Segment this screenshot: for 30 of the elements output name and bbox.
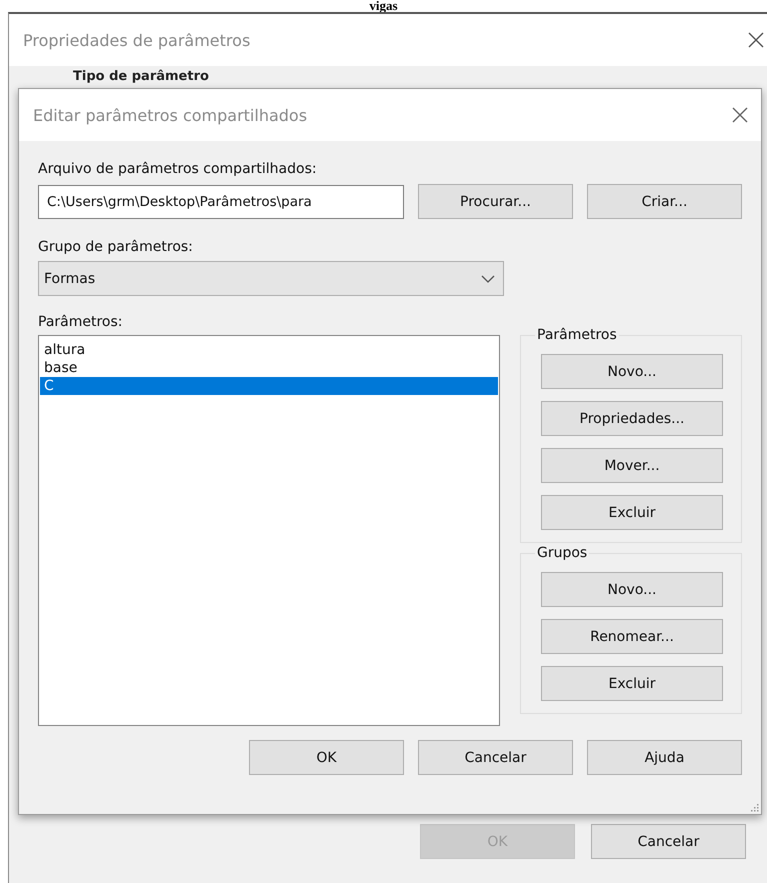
window-title: Propriedades de parâmetros: [23, 30, 250, 50]
list-item[interactable]: base: [40, 359, 498, 377]
dialog-button[interactable]: Cancelar: [418, 740, 573, 775]
group-box-title: Grupos: [535, 545, 590, 561]
file-label: Arquivo de parâmetros compartilhados:: [38, 161, 318, 177]
chevron-icon: [481, 274, 495, 284]
action-button[interactable]: Excluir: [541, 666, 723, 701]
dialog-title: Editar parâmetros compartilhados: [33, 106, 308, 124]
action-button[interactable]: Mover...: [541, 448, 723, 483]
action-button[interactable]: Excluir: [541, 495, 723, 530]
close-icon[interactable]: [747, 31, 765, 49]
caption: vigas: [369, 0, 398, 12]
list-item[interactable]: altura: [40, 341, 498, 359]
group-label: Grupo de parâmetros:: [38, 239, 194, 255]
action-button[interactable]: Novo...: [541, 572, 723, 607]
close-icon[interactable]: [731, 106, 749, 124]
action-button[interactable]: Propriedades...: [541, 401, 723, 436]
create-button[interactable]: Criar...: [587, 184, 742, 219]
action-button[interactable]: Renomear...: [541, 619, 723, 654]
list-item[interactable]: C: [40, 377, 498, 395]
dialog-button[interactable]: Ajuda: [587, 740, 742, 775]
cancel-button[interactable]: Cancelar: [591, 824, 746, 859]
resize-grip-icon[interactable]: [749, 802, 759, 812]
action-button[interactable]: Novo...: [541, 354, 723, 389]
section-label: Tipo de parâmetro: [73, 69, 209, 84]
group-dropdown[interactable]: Formas: [38, 261, 504, 296]
parameters-label: Parâmetros:: [38, 314, 124, 330]
path-field[interactable]: C:\Users\grm\Desktop\Parâmetros\para: [38, 184, 404, 218]
dialog-button[interactable]: OK: [249, 740, 404, 775]
browse-button[interactable]: Procurar...: [418, 184, 573, 219]
